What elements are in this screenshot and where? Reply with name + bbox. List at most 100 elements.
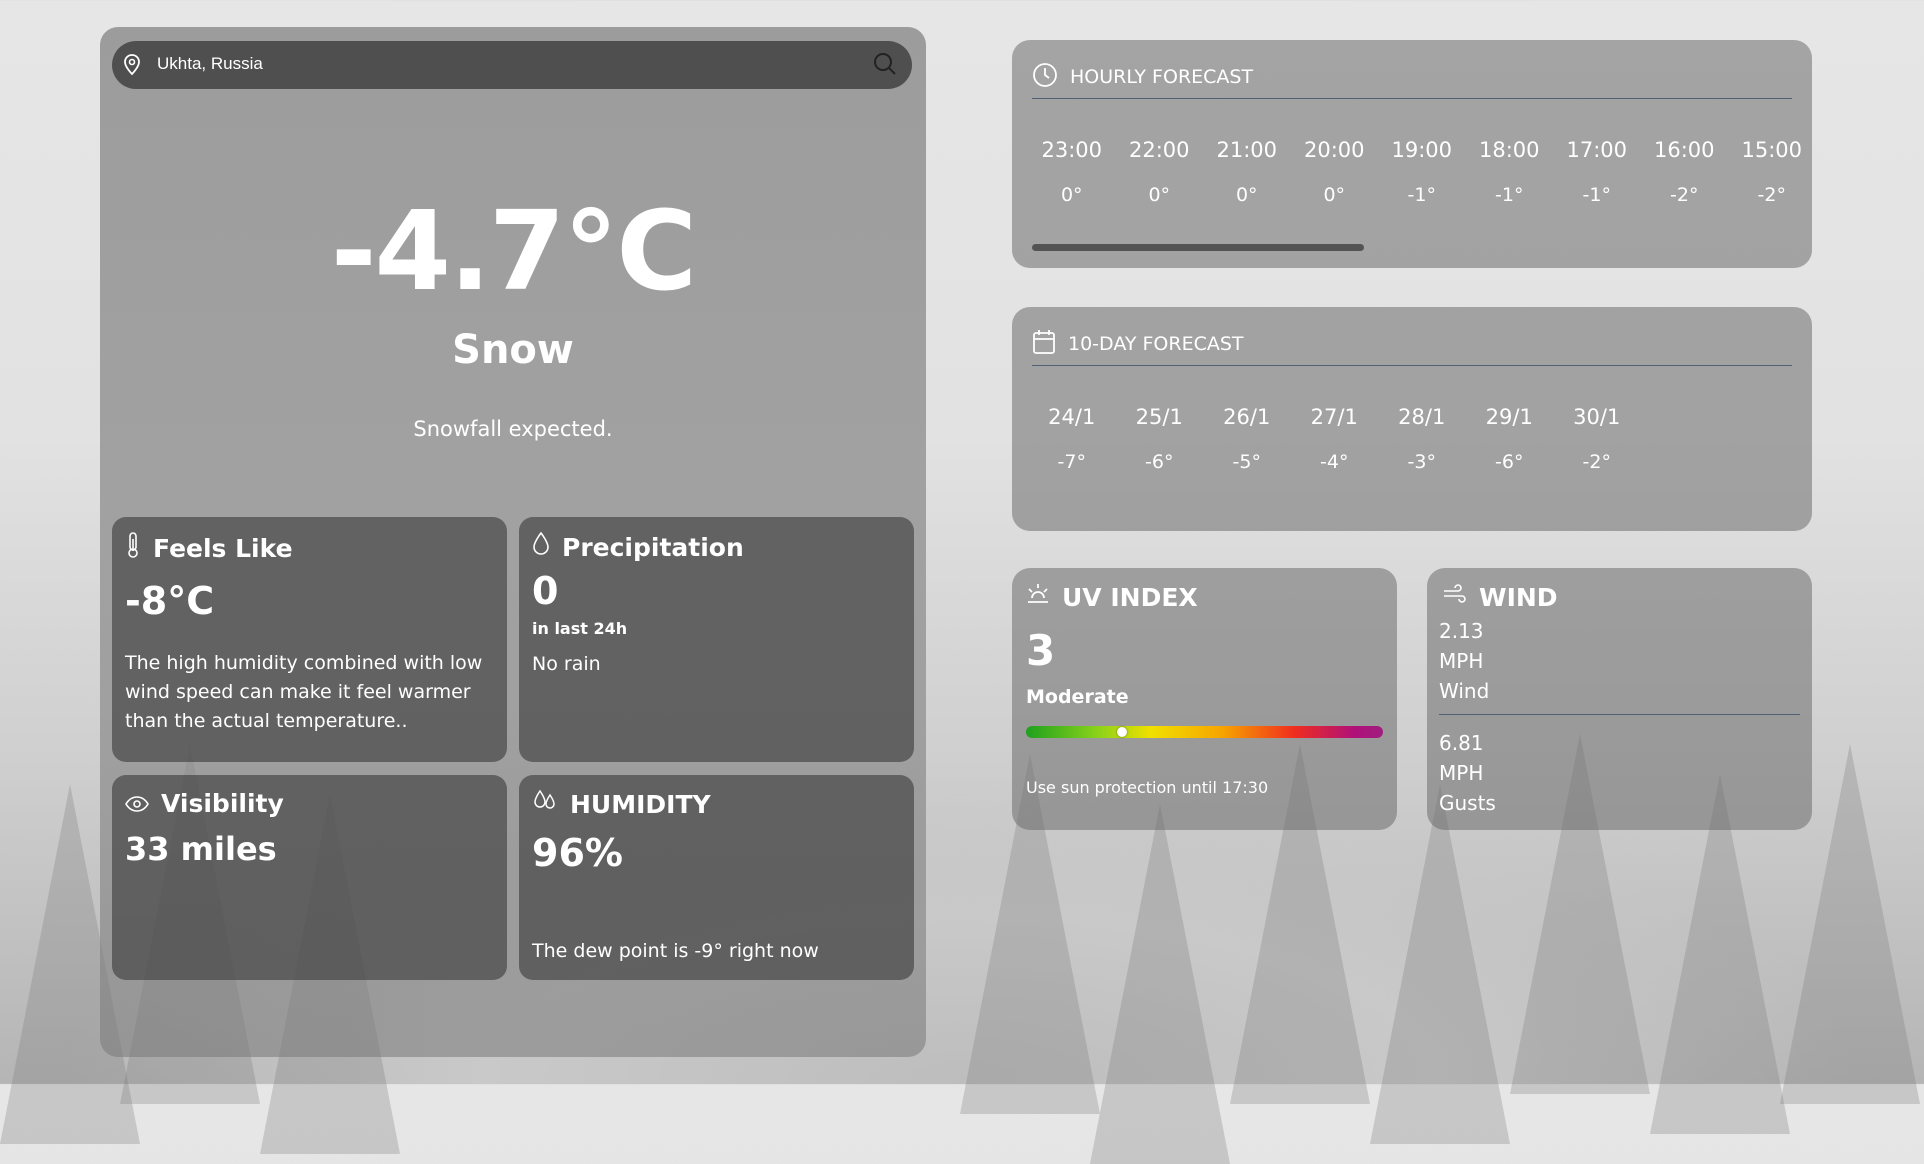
visibility-card: Visibility 33 miles bbox=[112, 775, 507, 980]
wind-speed-block: 2.13 MPH Wind bbox=[1439, 616, 1489, 706]
uv-index-value: 3 bbox=[1026, 626, 1056, 675]
wind-gust-block: 6.81 MPH Gusts bbox=[1439, 728, 1496, 818]
eye-icon bbox=[125, 789, 149, 818]
water-drop-icon bbox=[532, 531, 550, 563]
day-date: 28/1 bbox=[1398, 405, 1446, 429]
current-weather-panel: Ukhta, Russia -4.7°C Snow Snowfall expec… bbox=[100, 27, 926, 1057]
hourly-item: 22:00 0° bbox=[1116, 138, 1204, 206]
uv-index-note: Use sun protection until 17:30 bbox=[1026, 778, 1269, 797]
wind-gust-value: 6.81 bbox=[1439, 731, 1484, 755]
hourly-time: 18:00 bbox=[1478, 138, 1540, 162]
wind-speed-unit: MPH bbox=[1439, 649, 1484, 673]
precipitation-note: No rain bbox=[532, 653, 601, 675]
hourly-time: 23:00 bbox=[1041, 138, 1103, 162]
hourly-temp: 0° bbox=[1323, 184, 1346, 206]
day-date: 24/1 bbox=[1048, 405, 1096, 429]
hourly-forecast-panel: HOURLY FORECAST 23:00 0° 22:00 0° 21:00 0° … bbox=[1012, 40, 1812, 268]
day-temp: -6° bbox=[1145, 451, 1174, 473]
hourly-temp: -2° bbox=[1670, 184, 1699, 206]
hourly-item: 16:00 -2° bbox=[1641, 138, 1729, 206]
day-item: 30/1 -2° bbox=[1553, 405, 1641, 473]
day-temp: -2° bbox=[1582, 451, 1611, 473]
current-description: Snowfall expected. bbox=[413, 417, 613, 441]
humidity-note: The dew point is -9° right now bbox=[532, 940, 819, 962]
location-text[interactable]: Ukhta, Russia bbox=[157, 54, 263, 74]
visibility-title: Visibility bbox=[161, 789, 284, 818]
feels-like-value: -8°C bbox=[125, 579, 215, 623]
hourly-time: 22:00 bbox=[1128, 138, 1190, 162]
hourly-item: 19:00 -1° bbox=[1378, 138, 1466, 206]
precipitation-title: Precipitation bbox=[562, 532, 744, 562]
day-temp: -5° bbox=[1232, 451, 1261, 473]
uv-index-level: Moderate bbox=[1026, 686, 1129, 708]
precipitation-card: Precipitation 0 in last 24h No rain bbox=[519, 517, 914, 762]
day-date: 27/1 bbox=[1310, 405, 1358, 429]
hourly-time: 21:00 bbox=[1216, 138, 1278, 162]
wind-divider bbox=[1439, 714, 1800, 715]
hourly-forecast-list[interactable]: 23:00 0° 22:00 0° 21:00 0° 20:00 0° 19:00 -1°… bbox=[1028, 138, 1816, 206]
humidity-title: HUMIDITY bbox=[570, 789, 711, 819]
calendar-icon bbox=[1032, 329, 1056, 360]
wind-gust-unit: MPH bbox=[1439, 761, 1484, 785]
search-bar[interactable]: Ukhta, Russia bbox=[112, 41, 912, 89]
hourly-time: 16:00 bbox=[1653, 138, 1715, 162]
uv-index-title: UV INDEX bbox=[1062, 582, 1198, 612]
wind-card: WIND 2.13 MPH Wind 6.81 MPH Gusts bbox=[1427, 568, 1812, 830]
precipitation-value: 0 bbox=[532, 569, 559, 613]
hourly-time: 19:00 bbox=[1391, 138, 1453, 162]
day-date: 26/1 bbox=[1223, 405, 1271, 429]
wind-speed-value: 2.13 bbox=[1439, 619, 1484, 643]
day-date: 29/1 bbox=[1485, 405, 1533, 429]
wind-title: WIND bbox=[1479, 582, 1558, 612]
ten-day-forecast-panel: 10-DAY FORECAST 24/1 -7° 25/1 -6° 26/1 -5° … bbox=[1012, 307, 1812, 531]
hourly-temp: -1° bbox=[1407, 184, 1436, 206]
day-item: 28/1 -3° bbox=[1378, 405, 1466, 473]
wind-speed-label: Wind bbox=[1439, 679, 1490, 703]
droplets-icon bbox=[532, 789, 558, 819]
hourly-item: 17:00 -1° bbox=[1553, 138, 1641, 206]
hourly-scrollbar[interactable] bbox=[1032, 244, 1364, 251]
uv-index-card: UV INDEX 3 Moderate Use sun protection u… bbox=[1012, 568, 1397, 830]
hourly-temp: 0° bbox=[1148, 184, 1171, 206]
hourly-time: 17:00 bbox=[1566, 138, 1628, 162]
hourly-item: 15:00 -2° bbox=[1728, 138, 1816, 206]
day-item: 25/1 -6° bbox=[1116, 405, 1204, 473]
day-item: 29/1 -6° bbox=[1466, 405, 1554, 473]
day-temp: -4° bbox=[1320, 451, 1349, 473]
hourly-item: 23:00 0° bbox=[1028, 138, 1116, 206]
day-item: 26/1 -5° bbox=[1203, 405, 1291, 473]
precipitation-period: in last 24h bbox=[532, 619, 628, 638]
clock-icon bbox=[1032, 62, 1058, 93]
thermometer-icon bbox=[125, 531, 141, 565]
hourly-time: 20:00 bbox=[1303, 138, 1365, 162]
day-item: 24/1 -7° bbox=[1028, 405, 1116, 473]
hourly-forecast-title: HOURLY FORECAST bbox=[1070, 66, 1254, 88]
humidity-value: 96% bbox=[532, 831, 623, 875]
current-condition: Snow bbox=[452, 327, 574, 373]
feels-like-note: The high humidity combined with low wind… bbox=[125, 652, 483, 732]
day-date: 30/1 bbox=[1573, 405, 1621, 429]
ten-day-forecast-list[interactable]: 24/1 -7° 25/1 -6° 26/1 -5° 27/1 -4° 28/1 -3° … bbox=[1028, 405, 1641, 473]
hourly-temp: -1° bbox=[1582, 184, 1611, 206]
hourly-item: 21:00 0° bbox=[1203, 138, 1291, 206]
feels-like-card: Feels Like -8°C The high humidity combin… bbox=[112, 517, 507, 762]
day-item: 27/1 -4° bbox=[1291, 405, 1379, 473]
wind-gust-label: Gusts bbox=[1439, 791, 1496, 815]
location-pin-icon bbox=[122, 53, 142, 81]
hourly-item: 18:00 -1° bbox=[1466, 138, 1554, 206]
day-temp: -7° bbox=[1057, 451, 1086, 473]
hourly-item: 20:00 0° bbox=[1291, 138, 1379, 206]
current-temperature: -4.7°C bbox=[330, 187, 697, 315]
hourly-temp: 0° bbox=[1235, 184, 1258, 206]
search-icon[interactable] bbox=[872, 51, 898, 81]
wind-icon bbox=[1441, 582, 1467, 612]
hourly-time: 15:00 bbox=[1741, 138, 1803, 162]
hourly-temp: -1° bbox=[1495, 184, 1524, 206]
day-temp: -6° bbox=[1495, 451, 1524, 473]
feels-like-title: Feels Like bbox=[153, 533, 293, 563]
day-temp: -3° bbox=[1407, 451, 1436, 473]
sun-icon bbox=[1026, 582, 1050, 612]
humidity-card: HUMIDITY 96% The dew point is -9° right … bbox=[519, 775, 914, 980]
uv-scale-bar bbox=[1026, 726, 1383, 738]
hourly-temp: -2° bbox=[1757, 184, 1786, 206]
